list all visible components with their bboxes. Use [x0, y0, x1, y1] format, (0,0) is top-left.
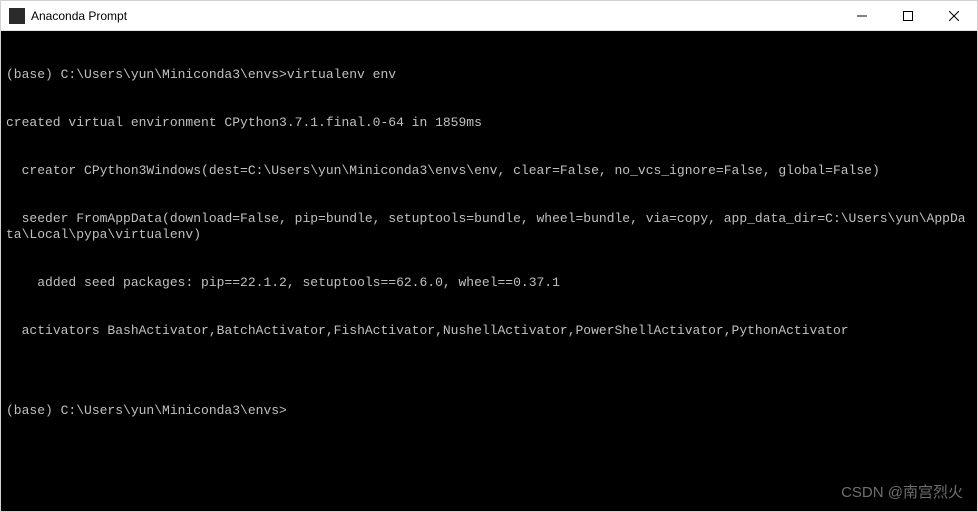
window-controls: [839, 1, 977, 30]
terminal-line: (base) C:\Users\yun\Miniconda3\envs>virt…: [6, 67, 972, 83]
terminal-line: seeder FromAppData(download=False, pip=b…: [6, 211, 972, 243]
window-title: Anaconda Prompt: [31, 9, 839, 23]
terminal-line: created virtual environment CPython3.7.1…: [6, 115, 972, 131]
watermark: CSDN @南宫烈火: [841, 485, 963, 501]
terminal-line: activators BashActivator,BatchActivator,…: [6, 323, 972, 339]
terminal-line: (base) C:\Users\yun\Miniconda3\envs>: [6, 403, 972, 419]
window-frame: Anaconda Prompt (base) C:\Users\yun\Mini…: [0, 0, 978, 512]
minimize-button[interactable]: [839, 1, 885, 30]
maximize-button[interactable]: [885, 1, 931, 30]
terminal-line: added seed packages: pip==22.1.2, setupt…: [6, 275, 972, 291]
terminal-line: creator CPython3Windows(dest=C:\Users\yu…: [6, 163, 972, 179]
app-icon: [9, 8, 25, 24]
close-button[interactable]: [931, 1, 977, 30]
terminal-area[interactable]: (base) C:\Users\yun\Miniconda3\envs>virt…: [1, 31, 977, 511]
titlebar[interactable]: Anaconda Prompt: [1, 1, 977, 31]
